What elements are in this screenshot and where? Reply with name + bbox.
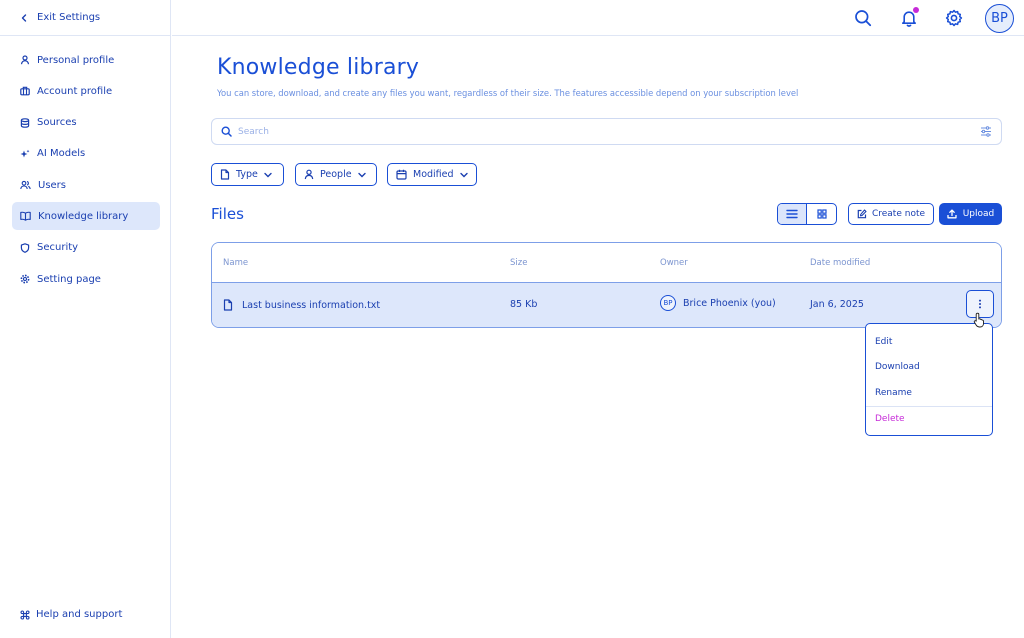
book-icon <box>20 212 31 222</box>
sidebar-item-label: Knowledge library <box>38 210 129 222</box>
sidebar-item-label: AI Models <box>37 148 86 160</box>
search-bar <box>211 118 1002 145</box>
filter-type-dropdown[interactable]: Type <box>211 163 284 186</box>
top-bar <box>172 0 1024 36</box>
sidebar-item-knowledge-library[interactable]: Knowledge library <box>12 202 160 231</box>
briefcase-icon <box>20 87 30 96</box>
menu-item-edit[interactable]: Edit <box>866 329 992 355</box>
file-name: Last business information.txt <box>242 299 381 311</box>
file-name-cell: Last business information.txt <box>223 299 380 311</box>
user-avatar[interactable]: BP <box>985 4 1014 33</box>
shield-icon <box>20 242 30 253</box>
filter-sliders-icon[interactable] <box>980 126 992 137</box>
column-header-name[interactable]: Name <box>223 258 248 268</box>
create-note-label: Create note <box>871 209 926 219</box>
files-section-title: Files <box>211 205 244 223</box>
notification-dot <box>913 7 919 13</box>
calendar-icon <box>396 169 407 180</box>
column-header-owner[interactable]: Owner <box>660 258 688 268</box>
file-size: 85 Kb <box>510 299 538 310</box>
chevron-left-icon <box>21 13 27 22</box>
file-icon <box>220 169 230 180</box>
hand-cursor-icon <box>973 312 984 328</box>
user-icon <box>20 55 30 65</box>
upload-button[interactable]: Upload <box>939 203 1002 225</box>
search-input[interactable] <box>238 126 938 137</box>
exit-settings-label: Exit Settings <box>37 12 101 23</box>
settings-button[interactable] <box>943 7 965 29</box>
settings-nav: Personal profile Account profile Sources… <box>12 46 160 296</box>
owner-avatar: BP <box>660 295 676 311</box>
sidebar-item-label: Security <box>37 242 79 254</box>
sidebar-item-sources[interactable]: Sources <box>12 109 160 137</box>
file-date-modified: Jan 6, 2025 <box>810 299 864 310</box>
filter-label: Modified <box>413 169 454 180</box>
owner-name: Brice Phoenix (you) <box>683 297 776 309</box>
sidebar-item-setting-page[interactable]: Setting page <box>12 265 160 293</box>
page-subtitle: You can store, download, and create any … <box>217 88 799 98</box>
user-icon <box>304 169 314 180</box>
list-view-button[interactable] <box>778 204 807 224</box>
table-header: Name Size Owner Date modified <box>212 243 1001 283</box>
filter-label: Type <box>236 169 258 180</box>
filter-people-dropdown[interactable]: People <box>295 163 377 186</box>
database-icon <box>20 117 30 128</box>
list-icon <box>786 209 798 219</box>
search-icon <box>855 10 872 27</box>
chevron-down-icon <box>264 172 272 177</box>
file-icon <box>223 299 233 311</box>
sidebar-item-label: Sources <box>37 117 77 129</box>
file-owner-cell: BP Brice Phoenix (you) <box>660 295 776 311</box>
row-context-menu: Edit Download Rename Delete <box>865 323 993 436</box>
filter-label: People <box>320 169 352 180</box>
sidebar-item-users[interactable]: Users <box>12 171 160 199</box>
sidebar-item-label: Account profile <box>37 85 113 97</box>
help-and-support-link[interactable]: Help and support <box>20 609 122 620</box>
sidebar: Exit Settings Personal profile Account p… <box>0 0 171 638</box>
sidebar-item-label: Setting page <box>37 273 101 285</box>
sidebar-item-label: Personal profile <box>37 54 115 66</box>
grid-icon <box>816 209 827 219</box>
column-header-date-modified[interactable]: Date modified <box>810 258 870 268</box>
exit-settings-button[interactable]: Exit Settings <box>0 0 171 36</box>
files-table: Name Size Owner Date modified Last busin… <box>211 242 1002 328</box>
chevron-down-icon <box>357 172 366 177</box>
command-icon <box>20 609 30 620</box>
avatar-initials: BP <box>991 11 1008 26</box>
sidebar-item-security[interactable]: Security <box>12 234 160 262</box>
column-header-size[interactable]: Size <box>510 258 527 268</box>
chevron-down-icon <box>459 172 468 177</box>
more-vertical-icon <box>979 299 981 309</box>
page-title: Knowledge library <box>217 55 420 80</box>
users-icon <box>20 181 31 190</box>
search-button[interactable] <box>852 7 874 29</box>
help-label: Help and support <box>36 609 123 620</box>
sidebar-item-ai-models[interactable]: AI Models <box>12 140 160 168</box>
sparkle-icon <box>20 149 30 158</box>
table-row[interactable]: Last business information.txt 85 Kb BP B… <box>212 283 1001 327</box>
upload-icon <box>947 209 957 219</box>
view-toggle <box>777 203 837 225</box>
notifications-button[interactable] <box>898 7 920 29</box>
create-note-button[interactable]: Create note <box>848 203 934 225</box>
search-icon <box>221 126 232 137</box>
grid-view-button[interactable] <box>807 204 836 224</box>
edit-note-icon <box>857 209 867 219</box>
gear-icon <box>945 9 963 27</box>
sidebar-item-personal-profile[interactable]: Personal profile <box>12 46 160 74</box>
sidebar-item-label: Users <box>38 179 67 191</box>
gear-icon <box>20 274 30 284</box>
menu-item-download[interactable]: Download <box>866 355 992 381</box>
upload-label: Upload <box>962 209 995 219</box>
menu-item-rename[interactable]: Rename <box>866 380 992 406</box>
menu-item-delete[interactable]: Delete <box>866 405 992 432</box>
sidebar-item-account-profile[interactable]: Account profile <box>12 77 160 105</box>
filter-modified-dropdown[interactable]: Modified <box>387 163 477 186</box>
